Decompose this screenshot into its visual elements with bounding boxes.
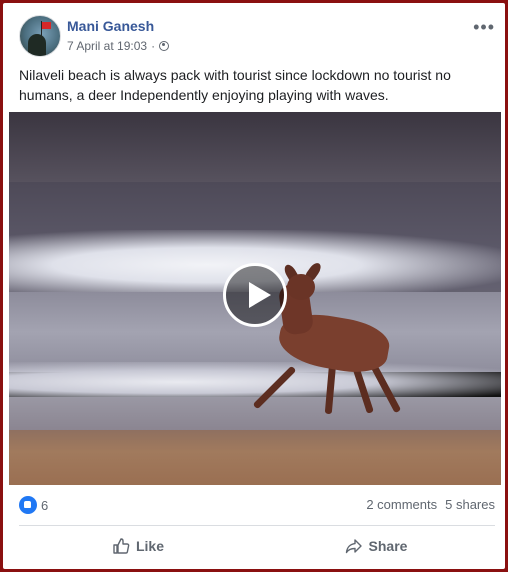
ellipsis-icon[interactable]: ••• [473,17,495,38]
post-stats: 6 2 comments 5 shares [19,495,495,517]
actions-divider [19,525,495,526]
like-button[interactable]: Like [19,531,257,561]
shares-count[interactable]: 5 shares [445,497,495,512]
video-player[interactable] [9,112,501,485]
globe-icon[interactable] [159,41,170,51]
share-button[interactable]: Share [257,531,495,561]
deer-head [287,274,315,300]
video-foam [9,362,501,402]
post-timestamp[interactable]: 7 April at 19:03 [67,39,147,53]
thumbs-up-icon [112,537,130,555]
post-meta: 7 April at 19:03 · [67,39,170,53]
post-card: Mani Ganesh 7 April at 19:03 · ••• Nilav… [3,3,505,569]
meta-separator: · [151,39,156,53]
avatar-person [28,34,46,56]
avatar[interactable] [19,15,61,57]
play-icon[interactable] [223,263,287,327]
post-header: Mani Ganesh 7 April at 19:03 · ••• [19,15,495,57]
share-icon [345,537,363,555]
author-name[interactable]: Mani Ganesh [67,18,154,34]
comments-count[interactable]: 2 comments [366,497,437,512]
post-text: Nilaveli beach is always pack with touri… [19,67,451,103]
engagement-counts: 2 comments 5 shares [366,497,495,512]
post-actions: Like Share [19,531,495,561]
avatar-flag [42,22,51,29]
like-reaction-icon [19,496,37,514]
share-label: Share [368,538,408,554]
reaction-count: 6 [41,497,49,513]
video-sand [9,430,501,485]
like-label: Like [135,538,164,554]
reactions-summary[interactable]: 6 [19,496,48,514]
